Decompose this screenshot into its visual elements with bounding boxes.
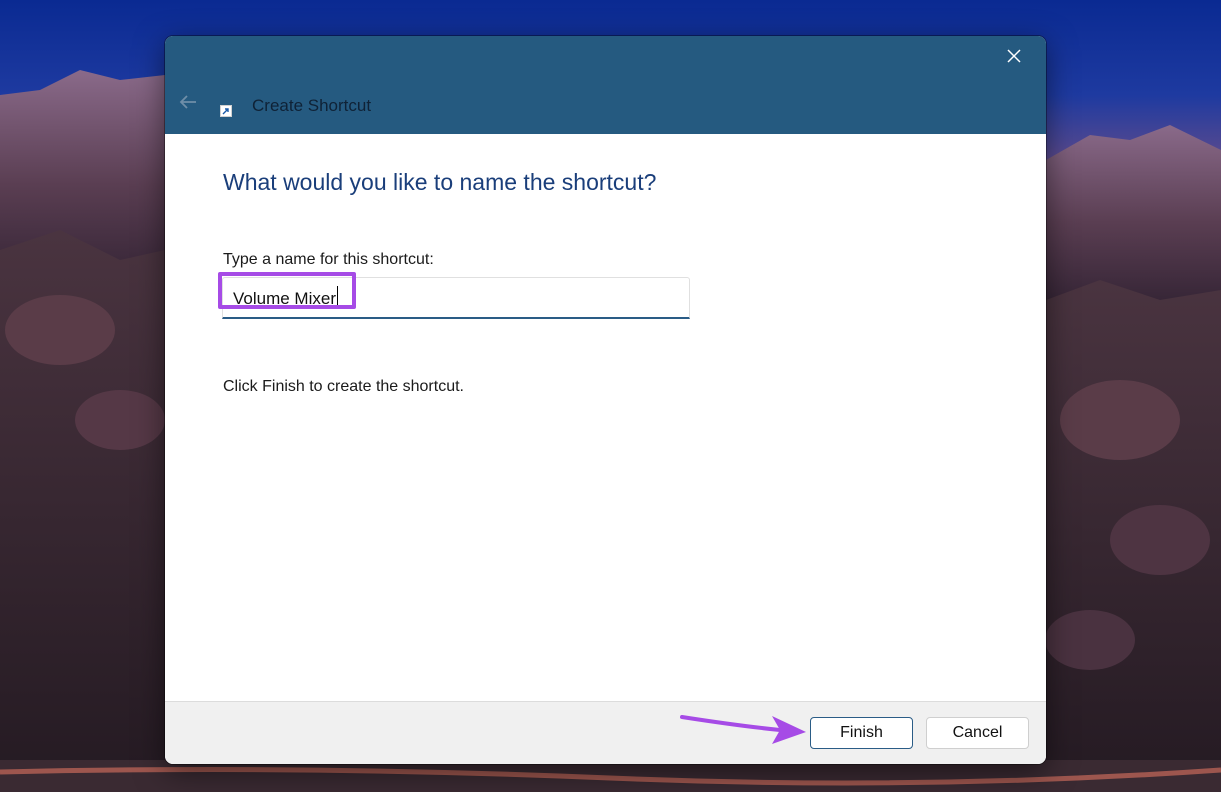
dialog-footer: Finish Cancel	[165, 701, 1046, 764]
close-button[interactable]	[996, 44, 1032, 72]
create-shortcut-dialog: Create Shortcut What would you like to n…	[165, 36, 1046, 764]
input-value-wrapper[interactable]: Volume Mixer	[233, 286, 338, 311]
input-value-text[interactable]: Volume Mixer	[233, 289, 336, 308]
window-title: Create Shortcut	[252, 96, 372, 115]
title-bar: Create Shortcut	[165, 36, 1046, 134]
close-icon[interactable]	[1006, 48, 1022, 69]
shortcut-name-label: Type a name for this shortcut:	[223, 251, 434, 268]
back-button[interactable]	[173, 92, 203, 116]
back-arrow-icon[interactable]	[178, 94, 198, 115]
page-heading: What would you like to name the shortcut…	[223, 169, 657, 195]
shortcut-icon	[220, 104, 232, 117]
finish-button[interactable]: Finish	[810, 717, 913, 749]
text-caret	[336, 286, 338, 308]
cancel-button[interactable]: Cancel	[926, 717, 1029, 749]
finish-instruction: Click Finish to create the shortcut.	[223, 378, 464, 395]
shortcut-name-input[interactable]: Volume Mixer	[222, 277, 690, 319]
